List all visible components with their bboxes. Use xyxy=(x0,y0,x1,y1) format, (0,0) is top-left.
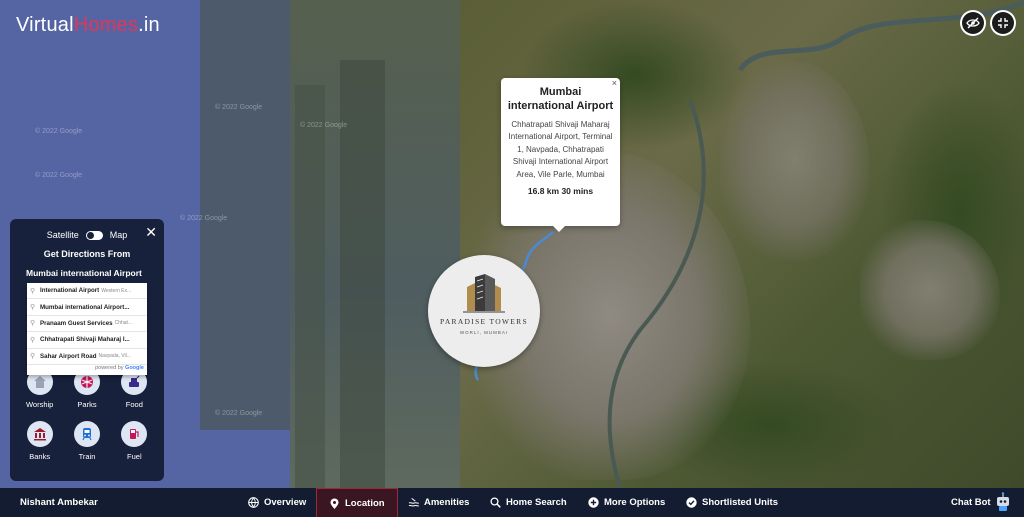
project-marker[interactable]: PARADISE TOWERS WORLI, MUMBAI xyxy=(428,255,540,367)
site-logo[interactable]: VirtualHomes.in xyxy=(16,14,160,37)
building-logo-icon xyxy=(463,274,505,313)
autocomplete-item[interactable]: ⚲ Mumbai international Airport... xyxy=(27,299,147,316)
logo-suffix: .in xyxy=(138,14,160,36)
nav-shortlisted-units[interactable]: Shortlisted Units xyxy=(686,488,778,517)
map-watermark: © 2022 Google xyxy=(35,128,83,135)
train-icon xyxy=(73,421,100,447)
satellite-label: Satellite xyxy=(46,230,79,240)
suggestion-secondary: Chhat... xyxy=(114,320,133,327)
suggestion-secondary: Navpada, Vil... xyxy=(98,353,131,360)
nav-label: Overview xyxy=(264,497,307,508)
category-banks[interactable]: Banks xyxy=(16,421,63,461)
nav-more-options[interactable]: More Options xyxy=(588,488,665,517)
autocomplete-item[interactable]: ⚲ Chhatrapati Shivaji Maharaj I... xyxy=(27,332,147,349)
powered-prefix: powered by xyxy=(95,364,124,371)
bottom-nav-bar: Nishant Ambekar Overview Location Amenit… xyxy=(0,488,1024,517)
suggestion-main: Pranaam Guest Services xyxy=(40,319,113,327)
nav-label: Shortlisted Units xyxy=(702,497,779,508)
logo-prefix: Virtual xyxy=(16,14,74,36)
category-label: Fuel xyxy=(127,452,142,461)
close-icon[interactable]: × xyxy=(612,78,617,88)
amenities-icon xyxy=(408,497,419,508)
map-watermark: © 2022 Google xyxy=(215,410,263,417)
location-pin-icon: ⚲ xyxy=(30,320,36,328)
hide-ui-button[interactable] xyxy=(960,10,986,36)
suggestion-main: International Airport xyxy=(40,287,100,295)
category-fuel[interactable]: Fuel xyxy=(111,421,158,461)
category-label: Train xyxy=(78,452,96,461)
nav-label: Location xyxy=(345,497,385,509)
exit-fullscreen-button[interactable] xyxy=(990,10,1016,36)
plus-circle-icon xyxy=(588,497,599,508)
autocomplete-item[interactable]: ⚲ International Airport Western Ex... xyxy=(27,283,147,300)
popup-address: Chhatrapati Shivaji Maharaj Internationa… xyxy=(508,120,613,179)
map-type-switch[interactable] xyxy=(85,230,103,240)
compress-icon xyxy=(992,12,1014,34)
directions-title: Get Directions From xyxy=(43,249,131,259)
map-type-toggle-row: Satellite Map xyxy=(10,230,164,240)
project-name: PARADISE TOWERS xyxy=(440,317,528,326)
suggestion-main: Chhatrapati Shivaji Maharaj I... xyxy=(40,336,130,344)
suggestion-main: Mumbai international Airport... xyxy=(40,303,130,311)
powered-by-google: powered by Google xyxy=(27,365,147,375)
user-name: Nishant Ambekar xyxy=(20,497,98,508)
category-label: Worship xyxy=(25,400,54,409)
chatbot-robot-icon[interactable] xyxy=(994,492,1012,512)
nav-label: Home Search xyxy=(506,497,567,508)
google-brand: Google xyxy=(125,364,144,371)
logo-accent: Homes xyxy=(73,14,139,36)
category-train[interactable]: Train xyxy=(63,421,110,461)
location-pin-icon: ⚲ xyxy=(30,336,36,344)
category-label: Food xyxy=(125,400,143,409)
location-pin-icon: ⚲ xyxy=(30,353,36,361)
directions-input[interactable]: Mumbai international Airport xyxy=(26,268,148,278)
autocomplete-item[interactable]: ⚲ Pranaam Guest Services Chhat... xyxy=(27,316,147,333)
autocomplete-dropdown: ⚲ International Airport Western Ex... ⚲ Mum… xyxy=(27,283,147,375)
map-info-window: × Mumbai international Airport Chhatrapa… xyxy=(501,78,620,232)
location-pin-icon xyxy=(329,498,340,509)
popup-title: Mumbai international Airport xyxy=(507,86,614,112)
map-watermark: © 2022 Google xyxy=(35,172,83,179)
search-icon xyxy=(490,497,501,508)
suggestion-secondary: Western Ex... xyxy=(101,287,132,294)
eye-slash-icon xyxy=(962,12,984,34)
category-food[interactable]: Food xyxy=(111,369,158,409)
map-watermark: © 2022 Google xyxy=(300,122,348,129)
map-watermark: © 2022 Google xyxy=(180,215,228,222)
map-label: Map xyxy=(109,230,128,240)
category-grid: Worship Parks Food Banks Train Fuel xyxy=(16,369,158,461)
nav-home-search[interactable]: Home Search xyxy=(490,488,567,517)
location-pin-icon: ⚲ xyxy=(30,304,36,312)
map-watermark: © 2022 Google xyxy=(215,104,263,111)
nav-label: More Options xyxy=(604,497,666,508)
nav-overview[interactable]: Overview xyxy=(248,488,306,517)
suggestion-main: Sahar Airport Road xyxy=(40,352,97,360)
category-label: Parks xyxy=(77,400,97,409)
chat-bot-label: Chat Bot xyxy=(951,497,991,508)
check-circle-icon xyxy=(686,497,697,508)
popup-distance: 16.8 km 30 mins xyxy=(527,186,594,197)
globe-icon xyxy=(248,497,259,508)
nav-label: Amenities xyxy=(424,497,470,508)
chat-bot-button[interactable]: Chat Bot xyxy=(951,497,991,508)
autocomplete-item[interactable]: ⚲ Sahar Airport Road Navpada, Vil... xyxy=(27,349,147,365)
project-location: WORLI, MUMBAI xyxy=(459,330,509,335)
fuel-icon xyxy=(121,421,148,447)
nav-location[interactable]: Location xyxy=(316,488,398,517)
category-worship[interactable]: Worship xyxy=(16,369,63,409)
category-label: Banks xyxy=(29,452,51,461)
nav-amenities[interactable]: Amenities xyxy=(408,488,469,517)
location-pin-icon: ⚲ xyxy=(30,287,36,295)
bank-icon xyxy=(26,421,53,447)
switch-knob xyxy=(86,231,94,239)
category-parks[interactable]: Parks xyxy=(63,369,110,409)
